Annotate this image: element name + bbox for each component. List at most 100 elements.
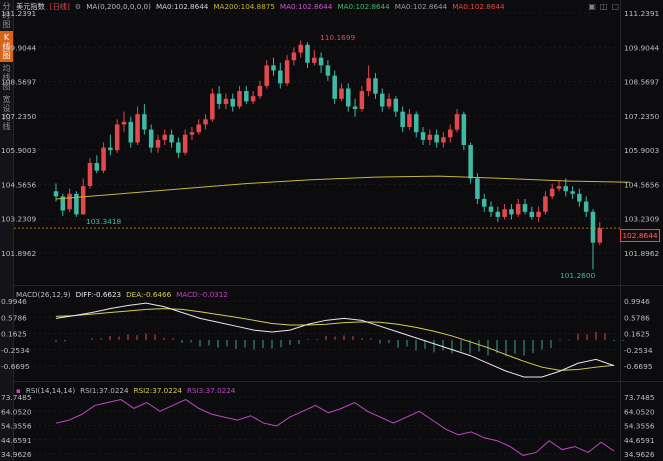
candle [189, 132, 195, 135]
candle [114, 124, 120, 151]
candle [393, 98, 399, 112]
macd-y-left-tick: 0.5786 [1, 313, 27, 322]
main-y-left-tick: 101.8962 [1, 249, 36, 258]
candle [556, 186, 562, 189]
main-y-left-tick: 111.2391 [1, 9, 37, 18]
candle [142, 114, 147, 130]
rsi-y-left-tick: 44.6591 [1, 436, 32, 445]
rsi-y-right-tick: 73.7485 [624, 393, 655, 402]
main-y-left-tick: 104.5656 [1, 180, 37, 189]
candle [420, 132, 426, 140]
candle [563, 186, 569, 192]
candle [509, 209, 514, 215]
candle [216, 93, 222, 104]
candle [590, 211, 596, 243]
rsi-y-left-tick: 64.0520 [1, 407, 32, 416]
candle [597, 228, 603, 243]
candle [67, 193, 72, 210]
rsi-y-right-tick: 54.3556 [624, 422, 655, 431]
main-y-left-tick: 107.2350 [1, 112, 37, 121]
candle [155, 139, 161, 148]
macd-y-left-tick: 0.9946 [1, 297, 27, 306]
candle [94, 162, 100, 171]
candle [101, 147, 106, 171]
candle [570, 191, 575, 194]
candle [278, 70, 283, 84]
candle [549, 188, 555, 197]
candle [121, 121, 127, 125]
chart-canvas[interactable]: 111.2391 111.2391 109.9044 109.9044 108.5697… [0, 0, 663, 461]
last-price-tag: 102.8644 [620, 229, 660, 242]
low-price-label-1: 103.3418 [86, 217, 122, 226]
candle [536, 211, 541, 217]
candle [325, 65, 331, 76]
candle [379, 93, 385, 107]
candle [461, 114, 467, 146]
candle [291, 52, 297, 61]
rsi-y-right-tick: 34.9626 [624, 450, 655, 459]
candle [359, 91, 365, 110]
candle [522, 204, 528, 212]
candle [169, 134, 174, 143]
candle [583, 201, 589, 212]
candle [577, 193, 582, 202]
candle [427, 134, 433, 140]
candle [332, 75, 337, 99]
candle [407, 114, 412, 128]
candle [386, 98, 392, 107]
main-y-right-tick: 103.2309 [624, 215, 660, 224]
candle [441, 137, 446, 143]
macd-y-right-tick: 0.1625 [624, 330, 650, 339]
main-y-right-tick: 109.9044 [624, 43, 660, 52]
candle [488, 206, 494, 212]
candle [250, 96, 256, 102]
main-y-left-tick: 109.9044 [1, 43, 37, 52]
candle [468, 145, 473, 179]
macd-y-right-tick: -0.6695 [624, 362, 653, 371]
macd-y-right-tick: 0.5786 [624, 313, 650, 322]
rsi-y-right-tick: 64.0520 [624, 407, 655, 416]
main-y-right-tick: 105.9003 [624, 146, 660, 155]
candle [135, 114, 140, 143]
candle [264, 65, 269, 86]
ma200-line [55, 175, 631, 200]
candle [223, 98, 229, 104]
candle [481, 198, 487, 207]
candle [182, 134, 188, 153]
candle [257, 85, 263, 97]
main-y-right-tick: 111.2391 [624, 9, 660, 18]
candle [176, 142, 181, 153]
candle [339, 88, 344, 99]
candle [502, 209, 507, 217]
macd-y-left-tick: 0.1625 [1, 330, 27, 339]
candle [237, 91, 242, 107]
candle [148, 129, 154, 148]
candle [318, 57, 324, 66]
candle [529, 211, 535, 217]
candle [352, 106, 358, 110]
candle [203, 119, 208, 125]
candle [196, 124, 202, 133]
candle [346, 88, 351, 107]
candle [400, 111, 405, 128]
candle [434, 134, 439, 143]
candle [495, 211, 501, 217]
main-y-right-tick: 107.2350 [624, 112, 660, 121]
macd-y-right-tick: 0.9946 [624, 297, 650, 306]
candle [413, 114, 419, 133]
candle [210, 93, 215, 120]
macd-y-left-tick: -0.2534 [1, 346, 30, 355]
rsi-line [55, 398, 615, 456]
candle [373, 78, 378, 94]
candle [312, 57, 317, 63]
rsi-y-right-tick: 44.6591 [624, 436, 655, 445]
candle [271, 65, 276, 71]
candle [244, 91, 249, 102]
candle [162, 134, 168, 140]
high-price-label: 110.1699 [320, 33, 356, 42]
main-y-left-tick: 105.9003 [1, 146, 37, 155]
candle [515, 204, 521, 215]
candle [475, 178, 480, 199]
candle [230, 98, 235, 107]
main-y-right-tick: 101.8962 [624, 249, 659, 258]
